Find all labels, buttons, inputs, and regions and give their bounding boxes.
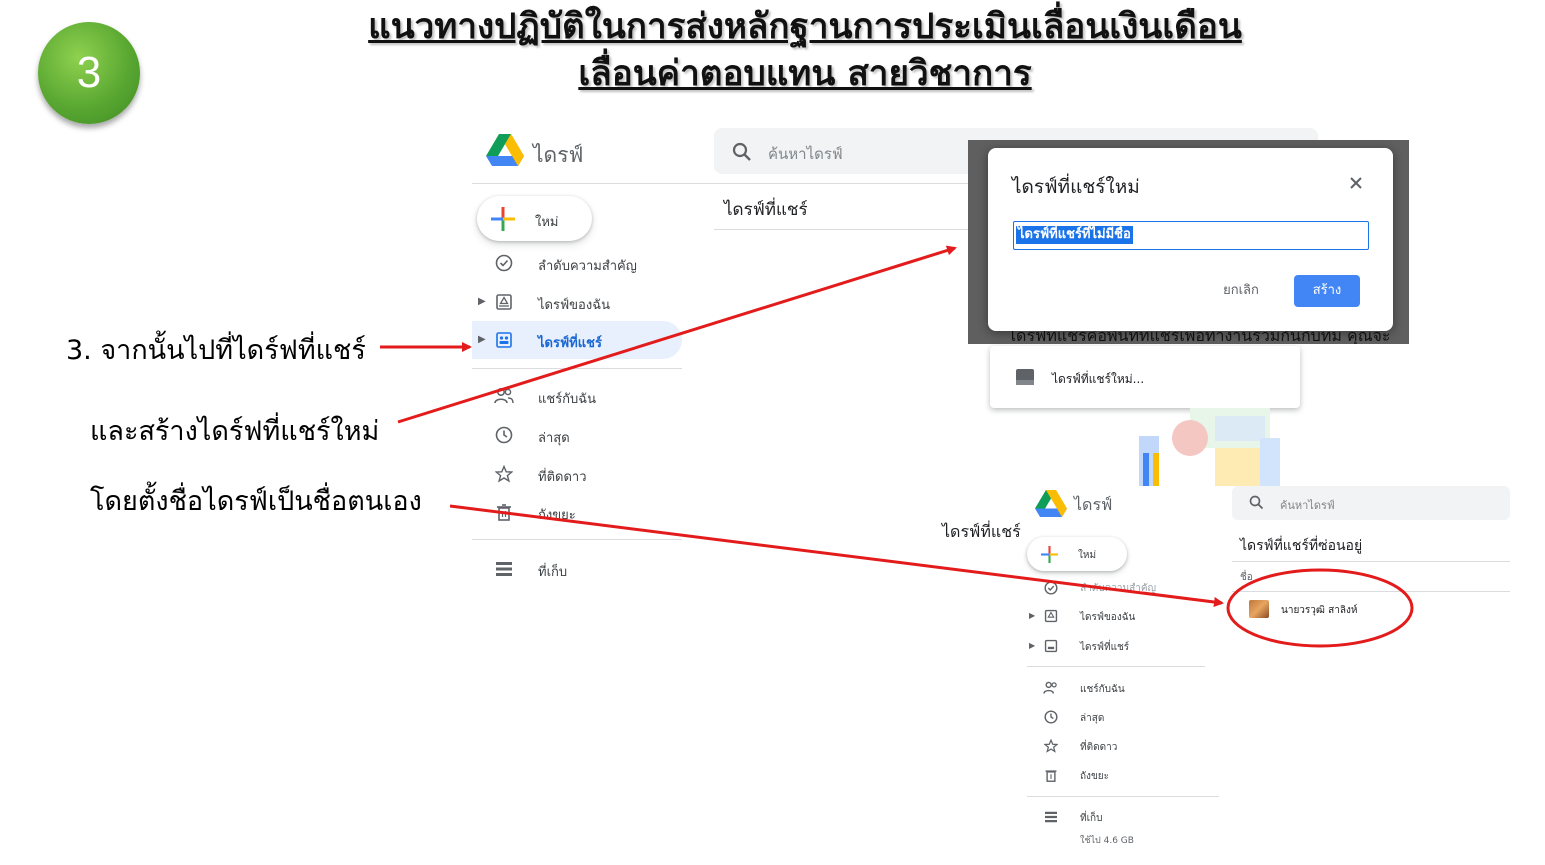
annotation-layer — [380, 245, 1414, 648]
highlight-ellipse — [1226, 568, 1414, 648]
arrow-to-drive-item — [449, 504, 1224, 607]
arrow-to-dialog — [397, 245, 957, 424]
